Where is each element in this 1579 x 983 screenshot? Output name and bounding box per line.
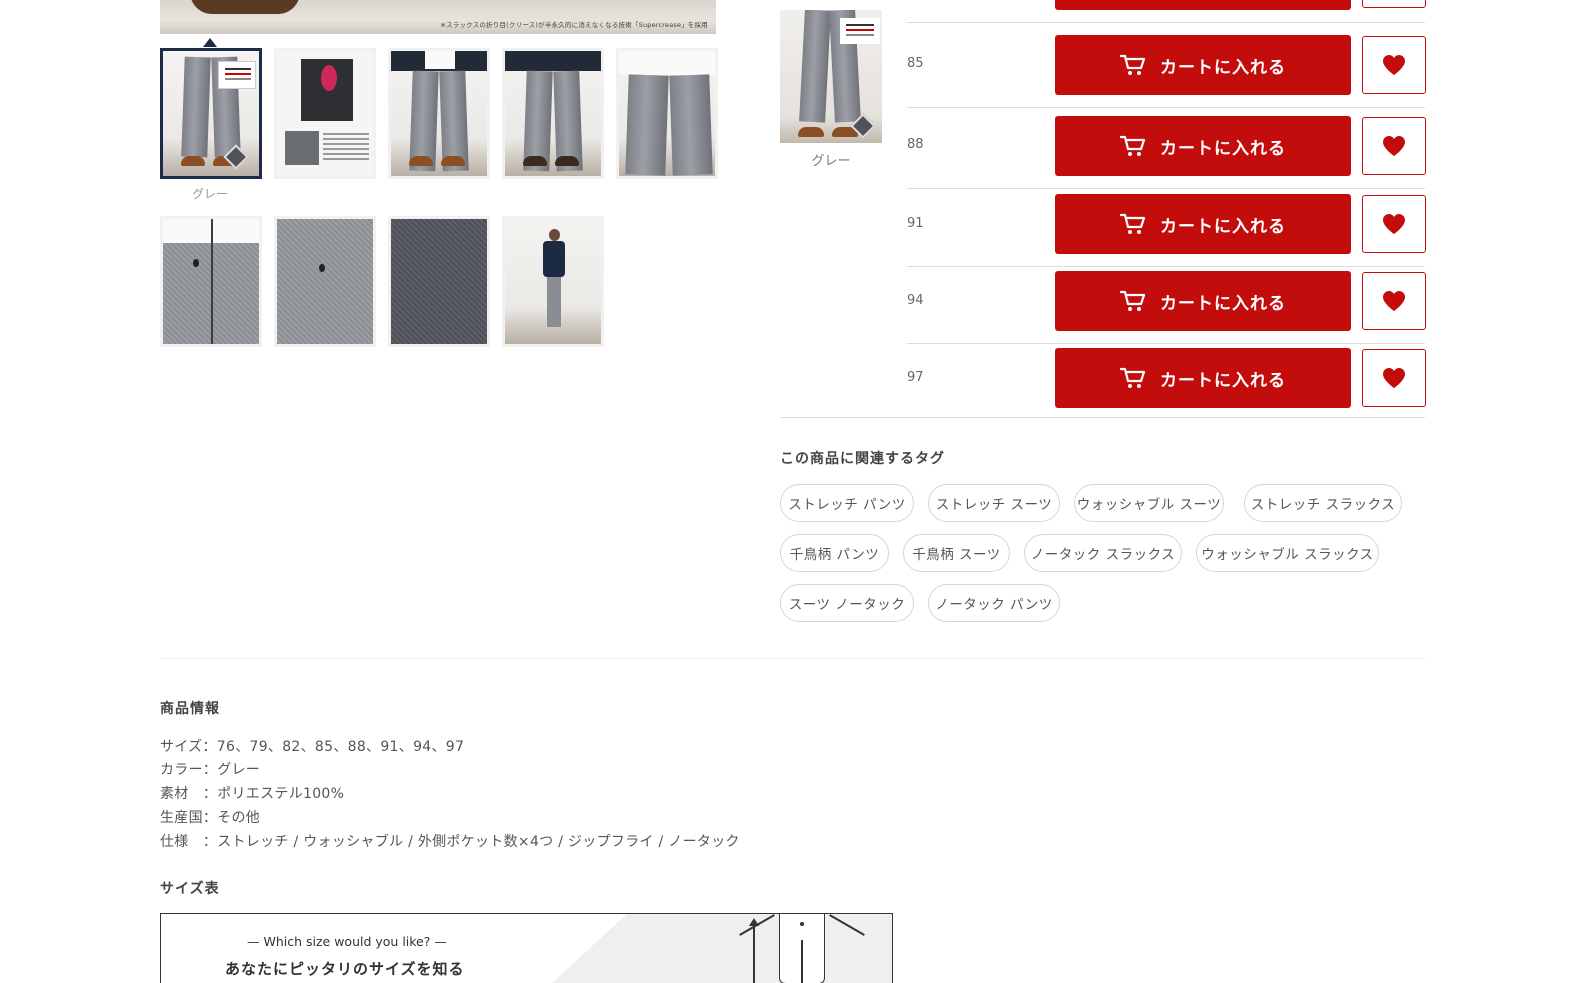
add-to-cart-button[interactable]: カートに入れる xyxy=(1055,348,1351,408)
add-to-cart-label: カートに入れる xyxy=(1160,138,1286,158)
main-product-photo: ※スラックスの折り目(クリース)が半永久的に消えなくなる技術「Supercrea… xyxy=(160,0,716,34)
tag-chip[interactable]: ストレッチ パンツ xyxy=(780,484,914,522)
product-info-heading: 商品情報 xyxy=(160,701,220,717)
row-divider xyxy=(907,188,1425,189)
size-label: 94 xyxy=(907,293,924,308)
size-chart-english-text: — Which size would you like? — xyxy=(247,934,447,949)
thumbnail-1[interactable] xyxy=(160,48,262,179)
favorite-button[interactable] xyxy=(1362,117,1426,175)
cart-icon xyxy=(1119,367,1146,389)
favorite-button[interactable] xyxy=(1362,272,1426,330)
thumbnail-6[interactable] xyxy=(160,216,262,347)
add-to-cart-label: カートに入れる xyxy=(1160,370,1286,390)
size-label: 85 xyxy=(907,56,924,71)
thumbnail-9[interactable] xyxy=(502,216,604,347)
add-to-cart-button[interactable]: カートに入れる xyxy=(1055,116,1351,176)
size-chart-heading: サイズ表 xyxy=(160,881,220,897)
tag-chip[interactable]: ノータック スラックス xyxy=(1024,534,1182,572)
cart-icon xyxy=(1119,54,1146,76)
color-swatch-gray[interactable] xyxy=(780,10,882,143)
tag-chip[interactable]: 千鳥柄 パンツ xyxy=(780,534,889,572)
product-info-line: 素材 ：ポリエステル100% xyxy=(160,786,345,802)
cart-icon xyxy=(1119,213,1146,235)
favorite-button[interactable] xyxy=(1362,0,1426,8)
cart-icon xyxy=(1119,290,1146,312)
heart-icon xyxy=(1382,290,1406,312)
thumbnail-4[interactable] xyxy=(502,48,604,179)
tags-title: この商品に関連するタグ xyxy=(780,451,945,467)
tag-chip[interactable]: ノータック パンツ xyxy=(928,584,1060,622)
tag-chip[interactable]: ウォッシャブル スーツ xyxy=(1074,484,1224,522)
row-divider xyxy=(907,22,1425,23)
row-divider xyxy=(907,266,1425,267)
thumbnail-color-label: グレー xyxy=(192,187,229,201)
heart-icon xyxy=(1382,367,1406,389)
section-divider xyxy=(160,658,1425,659)
thumbnail-2[interactable] xyxy=(274,48,376,179)
thumbnail-7[interactable] xyxy=(274,216,376,347)
product-info-line: カラー：グレー xyxy=(160,762,261,778)
selected-thumb-indicator xyxy=(203,38,217,47)
add-to-cart-button[interactable]: カートに入れる xyxy=(1055,194,1351,254)
heart-icon xyxy=(1382,135,1406,157)
size-chart-japanese-text: あなたにピッタリのサイズを知る xyxy=(225,960,465,978)
add-to-cart-button[interactable]: カートに入れる xyxy=(1055,35,1351,95)
add-to-cart-label: カートに入れる xyxy=(1160,57,1286,77)
tag-chip[interactable]: スーツ ノータック xyxy=(780,584,914,622)
row-divider xyxy=(907,343,1425,344)
heart-icon xyxy=(1382,213,1406,235)
tag-chip[interactable]: ウォッシャブル スラックス xyxy=(1196,534,1379,572)
size-chart-banner[interactable]: — Which size would you like? — あなたにピッタリの… xyxy=(160,913,893,983)
tag-chip[interactable]: ストレッチ スーツ xyxy=(928,484,1060,522)
pants-measure-illustration xyxy=(717,914,877,983)
add-to-cart-button[interactable] xyxy=(1055,0,1351,10)
favorite-button[interactable] xyxy=(1362,195,1426,253)
product-info-line: 仕様 ：ストレッチ / ウォッシャブル / 外側ポケット数×4つ / ジップフラ… xyxy=(160,834,740,850)
add-to-cart-label: カートに入れる xyxy=(1160,293,1286,313)
thumbnail-8[interactable] xyxy=(388,216,490,347)
tag-chip[interactable]: 千鳥柄 スーツ xyxy=(903,534,1010,572)
cart-icon xyxy=(1119,135,1146,157)
add-to-cart-label: カートに入れる xyxy=(1160,216,1286,236)
product-info-line: 生産国：その他 xyxy=(160,810,261,826)
add-to-cart-button[interactable]: カートに入れる xyxy=(1055,271,1351,331)
heart-icon xyxy=(1382,54,1406,76)
color-swatch-label: グレー xyxy=(811,154,851,169)
row-divider xyxy=(907,107,1425,108)
size-label: 97 xyxy=(907,370,924,385)
tag-chip[interactable]: ストレッチ スラックス xyxy=(1244,484,1402,522)
main-photo-caption: ※スラックスの折り目(クリース)が半永久的に消えなくなる技術「Supercrea… xyxy=(440,21,708,29)
favorite-button[interactable] xyxy=(1362,349,1426,407)
thumbnail-3[interactable] xyxy=(388,48,490,179)
thumbnail-5[interactable] xyxy=(616,48,718,179)
row-divider xyxy=(780,417,1425,418)
size-label: 88 xyxy=(907,137,924,152)
size-label: 91 xyxy=(907,216,924,231)
favorite-button[interactable] xyxy=(1362,36,1426,94)
product-info-line: サイズ：76、79、82、85、88、91、94、97 xyxy=(160,739,465,755)
